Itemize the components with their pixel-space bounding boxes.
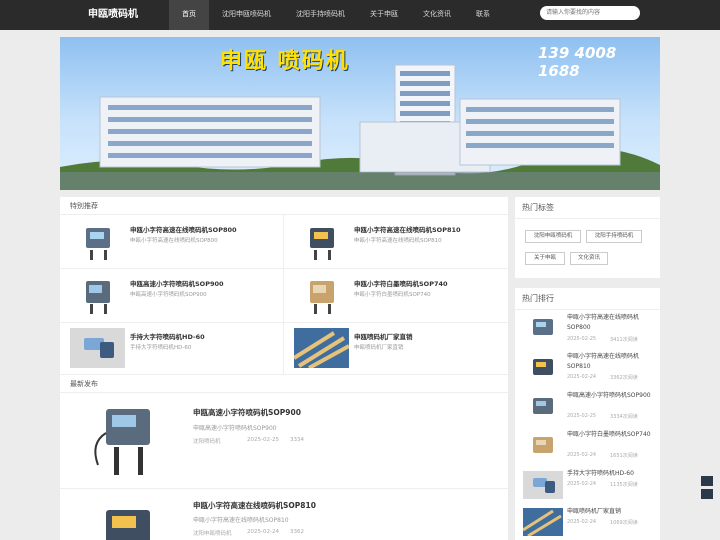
featured-desc: 申瓯喷码机厂家直销 <box>354 345 404 351</box>
featured-item[interactable]: 申瓯小字符白墨喷码机SOP740 申瓯小字符白墨喷码机SOP740 <box>284 269 508 323</box>
post-desc: 申瓯高速小字符喷码机SOP900 <box>193 425 277 432</box>
featured-title[interactable]: 申瓯喷码机厂家直销 <box>354 331 413 341</box>
site-logo[interactable]: 申瓯喷码机 <box>88 0 138 30</box>
hot-title[interactable]: 申瓯小字符高速在线喷码机SOP800 <box>567 313 657 333</box>
featured-item[interactable]: 申瓯小字符高速在线喷码机SOP810 申瓯小字符高速在线喷码机SOP810 <box>284 215 508 269</box>
handheld-printer-thumbnail <box>523 471 563 499</box>
banner-title: 申瓯 喷码机 <box>220 49 350 74</box>
tags-box: 热门标签 沈阳申瓯喷码机 沈阳手持喷码机 关于申瓯 文化资讯 <box>515 197 660 278</box>
hero-banner[interactable]: 申瓯 喷码机 139 4008 1688 <box>60 37 660 190</box>
tags-heading: 热门标签 <box>515 197 660 219</box>
search-input[interactable] <box>540 6 640 20</box>
hot-date: 2025-02-24 <box>567 519 597 525</box>
latest-heading: 最新发布 <box>60 375 508 393</box>
hot-title[interactable]: 手持大字符喷码机HD-60 <box>567 469 657 479</box>
nav-handheld[interactable]: 沈阳手持喷码机 <box>283 0 357 30</box>
featured-desc: 手持大字符喷码机HD-60 <box>130 345 192 351</box>
printer-thumbnail <box>533 398 553 414</box>
featured-desc: 申瓯小字符高速在线喷码机SOP800 <box>130 238 218 244</box>
hot-item[interactable]: 申瓯小字符高速在线喷码机SOP810 2025-02-24 3362次阅读 <box>515 350 660 389</box>
hot-reads: 1069次阅读 <box>610 520 638 526</box>
nav-news[interactable]: 文化资讯 <box>410 0 463 30</box>
featured-item[interactable]: 申瓯高速小字符喷码机SOP900 申瓯高速小字符喷码机SOP900 <box>60 269 284 323</box>
featured-title[interactable]: 申瓯小字符高速在线喷码机SOP800 <box>130 224 237 234</box>
post-date: 2025-02-25 <box>247 437 279 443</box>
printer-thumbnail <box>310 228 334 260</box>
featured-title[interactable]: 申瓯高速小字符喷码机SOP900 <box>130 278 224 288</box>
hot-item[interactable]: 申瓯喷码机厂家直销 2025-02-24 1069次阅读 <box>515 504 660 540</box>
hot-reads: 1651次阅读 <box>610 453 638 459</box>
hot-item[interactable]: 申瓯高速小字符喷码机SOP900 2025-02-25 3334次阅读 <box>515 389 660 428</box>
latest-post[interactable]: 申瓯高速小字符喷码机SOP900 申瓯高速小字符喷码机SOP900 沈阳喷码机 … <box>60 393 508 489</box>
top-navbar: 申瓯喷码机 首页 沈阳申瓯喷码机 沈阳手持喷码机 关于申瓯 文化资讯 联系 <box>0 0 720 30</box>
banner-phone: 139 4008 1688 <box>538 44 617 80</box>
main-content: 特别推荐 申瓯小字符高速在线喷码机SOP800 申瓯小字符高速在线喷码机SOP8… <box>60 197 508 540</box>
hot-title[interactable]: 申瓯高速小字符喷码机SOP900 <box>567 391 657 401</box>
nav-about[interactable]: 关于申瓯 <box>357 0 410 30</box>
featured-desc: 申瓯高速小字符喷码机SOP900 <box>130 292 207 298</box>
printer-thumbnail <box>533 359 553 375</box>
featured-item[interactable]: 手持大字符喷码机HD-60 手持大字符喷码机HD-60 <box>60 323 284 375</box>
featured-title[interactable]: 手持大字符喷码机HD-60 <box>130 331 205 341</box>
hot-item[interactable]: 手持大字符喷码机HD-60 2025-02-24 1135次阅读 <box>515 467 660 504</box>
hot-item[interactable]: 申瓯小字符高速在线喷码机SOP800 2025-02-25 3411次阅读 <box>515 310 660 350</box>
hot-item[interactable]: 申瓯小字符白墨喷码机SOP740 2025-02-24 1651次阅读 <box>515 428 660 467</box>
post-title[interactable]: 申瓯小字符高速在线喷码机SOP810 <box>193 500 316 511</box>
pipes-thumbnail <box>523 508 563 536</box>
main-menu: 首页 沈阳申瓯喷码机 沈阳手持喷码机 关于申瓯 文化资讯 联系 <box>169 0 503 30</box>
hot-title[interactable]: 申瓯小字符白墨喷码机SOP740 <box>567 430 657 440</box>
pipes-thumbnail <box>294 328 349 368</box>
post-views: 3362 <box>290 529 304 535</box>
nav-shenyang-shenou[interactable]: 沈阳申瓯喷码机 <box>209 0 283 30</box>
hot-date: 2025-02-24 <box>567 374 597 380</box>
hot-reads: 3362次阅读 <box>610 375 638 381</box>
hot-reads: 3411次阅读 <box>610 337 638 343</box>
printer-thumbnail <box>310 281 334 314</box>
hot-heading: 热门排行 <box>515 288 660 310</box>
hot-title[interactable]: 申瓯小字符高速在线喷码机SOP810 <box>567 352 657 372</box>
nav-contact[interactable]: 联系 <box>463 0 503 30</box>
chat-icon[interactable] <box>701 476 713 486</box>
post-category[interactable]: 沈阳喷码机 <box>193 437 221 445</box>
back-to-top-icon[interactable] <box>701 489 713 499</box>
post-desc: 申瓯小字符高速在线喷码机SOP810 <box>193 517 289 524</box>
tag-item[interactable]: 沈阳申瓯喷码机 <box>525 230 581 243</box>
featured-desc: 申瓯小字符白墨喷码机SOP740 <box>354 292 431 298</box>
post-date: 2025-02-24 <box>247 529 279 535</box>
featured-title[interactable]: 申瓯小字符高速在线喷码机SOP810 <box>354 224 461 234</box>
post-views: 3334 <box>290 437 304 443</box>
printer-thumbnail <box>533 437 553 453</box>
featured-desc: 申瓯小字符高速在线喷码机SOP810 <box>354 238 442 244</box>
hot-date: 2025-02-25 <box>567 413 597 419</box>
featured-title[interactable]: 申瓯小字符白墨喷码机SOP740 <box>354 278 448 288</box>
featured-item[interactable]: 申瓯喷码机厂家直销 申瓯喷码机厂家直销 <box>284 323 508 375</box>
handheld-printer-thumbnail <box>70 328 125 368</box>
hot-reads: 3334次阅读 <box>610 414 638 420</box>
printer-thumbnail <box>86 228 110 260</box>
hot-date: 2025-02-24 <box>567 452 597 458</box>
hot-title[interactable]: 申瓯喷码机厂家直销 <box>567 507 657 517</box>
nav-home[interactable]: 首页 <box>169 0 209 30</box>
featured-heading: 特别推荐 <box>60 197 508 215</box>
printer-image <box>94 409 150 475</box>
hot-reads: 1135次阅读 <box>610 482 638 488</box>
tag-item[interactable]: 关于申瓯 <box>525 252 565 265</box>
tag-item[interactable]: 沈阳手持喷码机 <box>586 230 642 243</box>
hot-box: 热门排行 申瓯小字符高速在线喷码机SOP800 2025-02-25 3411次… <box>515 288 660 540</box>
printer-thumbnail <box>86 281 110 314</box>
tag-item[interactable]: 文化资讯 <box>570 252 608 265</box>
hot-date: 2025-02-24 <box>567 481 597 487</box>
post-category[interactable]: 沈阳申瓯喷码机 <box>193 529 232 537</box>
printer-thumbnail <box>533 319 553 335</box>
hot-date: 2025-02-25 <box>567 336 597 342</box>
post-title[interactable]: 申瓯高速小字符喷码机SOP900 <box>193 407 301 418</box>
featured-item[interactable]: 申瓯小字符高速在线喷码机SOP800 申瓯小字符高速在线喷码机SOP800 <box>60 215 284 269</box>
latest-post[interactable]: 申瓯小字符高速在线喷码机SOP810 申瓯小字符高速在线喷码机SOP810 沈阳… <box>60 489 508 540</box>
printer-image <box>106 510 150 540</box>
